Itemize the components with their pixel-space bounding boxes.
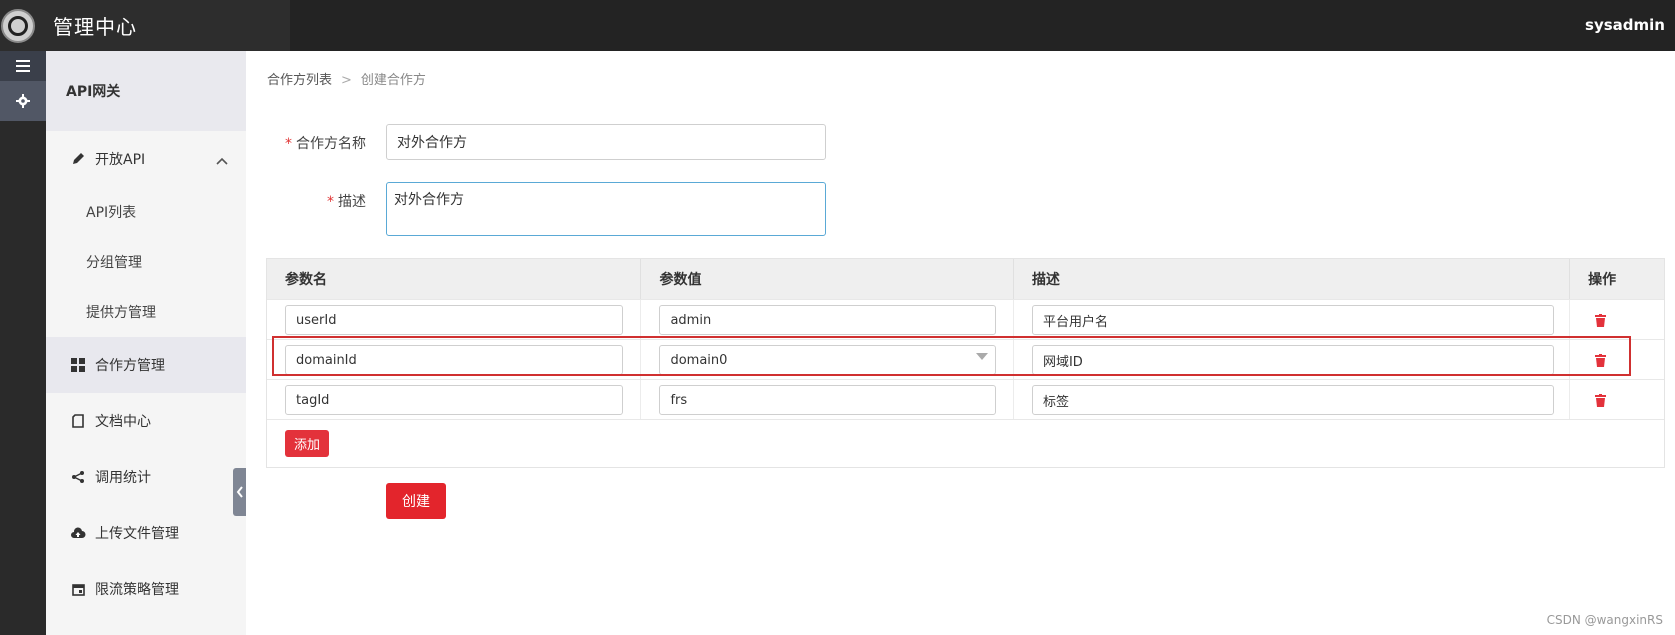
app-title: 管理中心 [53, 15, 137, 39]
param-desc-input[interactable] [1031, 385, 1554, 415]
table-row [267, 299, 1664, 339]
partner-name-label: * 合作方名称 [285, 136, 366, 152]
sidebar-item-label: 调用统计 [95, 470, 151, 486]
cloud-upload-icon [70, 525, 86, 541]
sidebar-item-partner-manage[interactable]: 合作方管理 [46, 337, 246, 393]
sidebar: API网关 开放API API列表 分组管理 提供方管理 合作方管理 文档中心 … [46, 51, 246, 635]
gear-icon [16, 94, 30, 108]
breadcrumb-separator: > [341, 73, 352, 88]
table-header: 参数名 参数值 描述 操作 [267, 259, 1664, 299]
sidebar-subitem-group-manage[interactable]: 分组管理 [46, 237, 246, 287]
param-value-input[interactable] [659, 385, 997, 415]
document-icon [70, 413, 86, 429]
sidebar-item-docs[interactable]: 文档中心 [46, 393, 246, 449]
table-footer: 添加 [267, 419, 1664, 467]
trash-icon[interactable] [1595, 352, 1607, 371]
column-header-param-value: 参数值 [641, 259, 1014, 299]
top-bar: 管理中心 sysadmin [0, 0, 1675, 51]
param-desc-input[interactable] [1031, 345, 1554, 375]
settings-button[interactable] [0, 81, 46, 121]
main-content: 合作方列表 > 创建合作方 *合作方名称 *描述 对外合作方 参数名 参数值 描述 … [246, 51, 1675, 635]
sidebar-item-label: 合作方管理 [95, 358, 165, 374]
add-param-button[interactable]: 添加 [285, 430, 329, 457]
param-name-input[interactable] [285, 385, 623, 415]
sidebar-collapse-button[interactable] [233, 468, 246, 516]
table-row [267, 339, 1664, 379]
param-name-input[interactable] [285, 345, 623, 375]
user-name[interactable]: sysadmin [1585, 0, 1665, 51]
sidebar-item-label: 文档中心 [95, 414, 151, 430]
calendar-icon [70, 581, 86, 597]
grid-icon [70, 357, 86, 373]
trash-icon[interactable] [1595, 312, 1607, 331]
watermark: CSDN @wangxinRS [1546, 613, 1663, 627]
column-header-description: 描述 [1014, 259, 1571, 299]
brand: 管理中心 [0, 0, 290, 51]
chevron-up-icon[interactable] [216, 153, 228, 169]
column-header-actions: 操作 [1588, 272, 1617, 288]
description-textarea[interactable]: 对外合作方 [386, 182, 826, 236]
param-name-input[interactable] [285, 305, 623, 335]
pencil-icon [70, 151, 86, 167]
dropdown-arrow-icon[interactable] [975, 353, 988, 360]
sidebar-item-ratelimit[interactable]: 限流策略管理 [46, 561, 246, 617]
menu-toggle-button[interactable] [0, 51, 46, 81]
sidebar-item-stats[interactable]: 调用统计 [46, 449, 246, 505]
sidebar-subitem-api-list[interactable]: API列表 [46, 187, 246, 237]
sidebar-item-upload[interactable]: 上传文件管理 [46, 505, 246, 561]
chevron-left-icon [236, 486, 243, 498]
sidebar-item-open-api[interactable]: 开放API [46, 131, 246, 187]
param-value-select[interactable] [659, 345, 997, 375]
sidebar-item-label: 上传文件管理 [95, 526, 179, 542]
app-logo-icon [1, 8, 35, 43]
create-button[interactable]: 创建 [386, 483, 446, 519]
hamburger-icon [16, 60, 30, 72]
column-header-param-name: 参数名 [267, 259, 642, 299]
breadcrumb-parent-link[interactable]: 合作方列表 [267, 73, 332, 88]
sidebar-item-label: 开放API [95, 152, 146, 168]
icon-rail [0, 51, 46, 635]
share-icon [70, 469, 86, 485]
sidebar-item-label: 限流策略管理 [95, 582, 179, 598]
description-label: * 描述 [327, 194, 366, 210]
breadcrumb: 合作方列表 > 创建合作方 [267, 69, 426, 88]
param-value-input[interactable] [659, 305, 997, 335]
trash-icon[interactable] [1595, 392, 1607, 411]
params-table: 参数名 参数值 描述 操作 添加 [266, 258, 1665, 468]
breadcrumb-current: 创建合作方 [360, 73, 426, 88]
sidebar-subitem-provider-manage[interactable]: 提供方管理 [46, 287, 246, 337]
param-desc-input[interactable] [1031, 305, 1554, 335]
partner-name-input[interactable] [386, 124, 826, 160]
table-row [267, 379, 1664, 419]
sidebar-header: API网关 [46, 51, 246, 131]
